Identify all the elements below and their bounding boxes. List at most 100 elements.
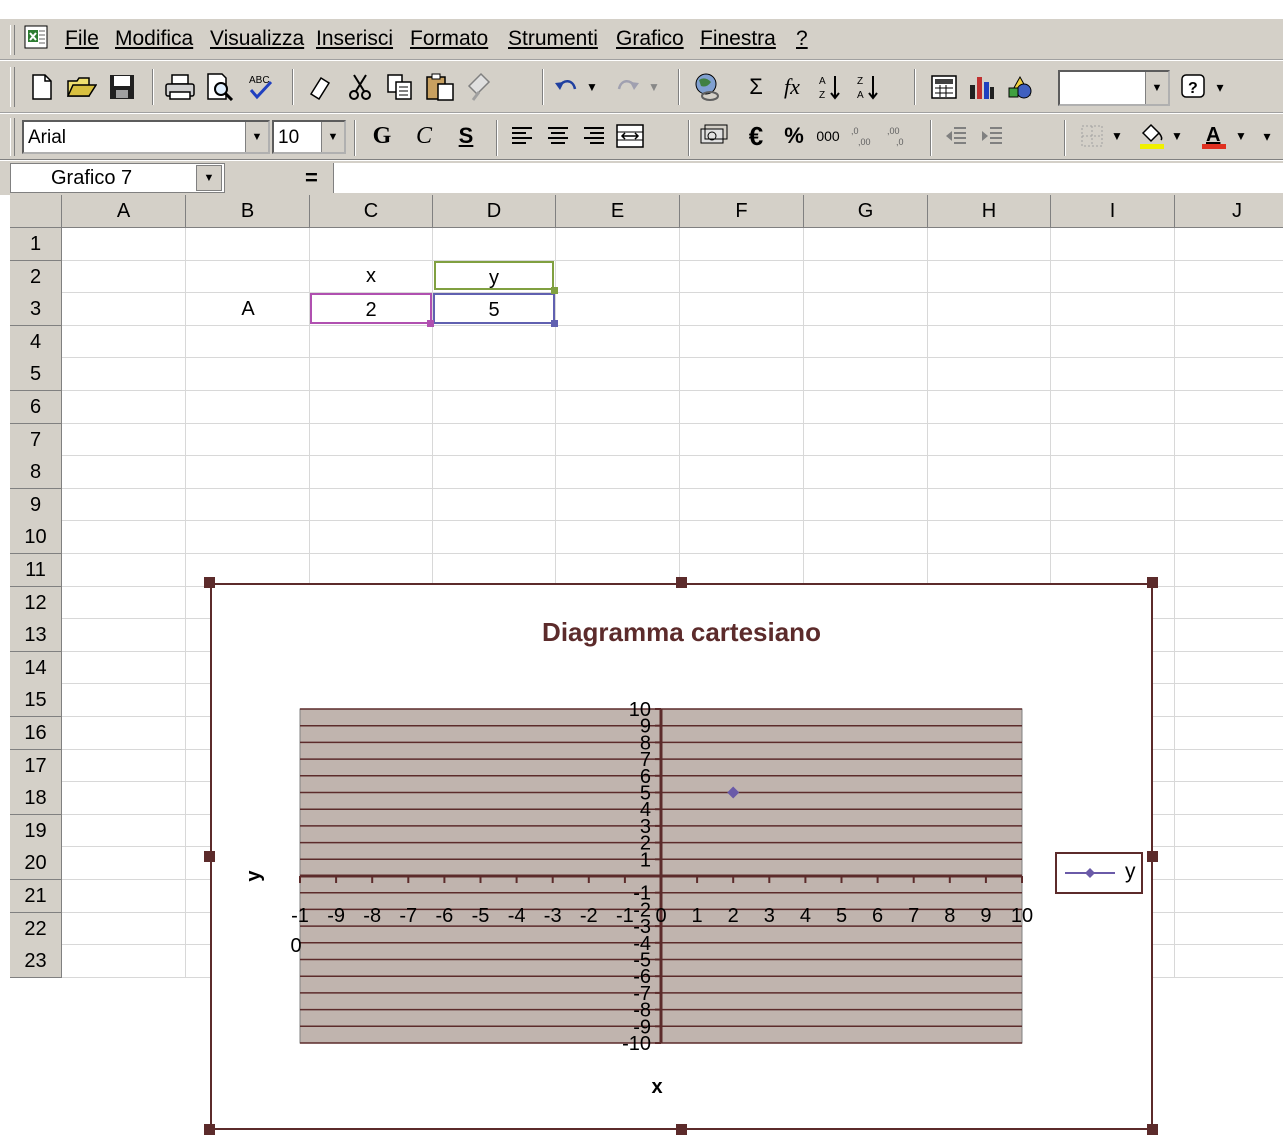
- print-preview-icon[interactable]: [204, 71, 236, 103]
- copy-icon[interactable]: [384, 71, 416, 103]
- paste-clipboard-icon[interactable]: [424, 71, 456, 103]
- chart-resize-handle[interactable]: [1147, 850, 1158, 862]
- menu-strumenti[interactable]: Strumenti: [508, 27, 598, 51]
- formula-input[interactable]: [333, 163, 1283, 193]
- chart-resize-handle[interactable]: [675, 1124, 687, 1135]
- row-header-19[interactable]: 19: [10, 814, 62, 848]
- hyperlink-globe-icon[interactable]: [692, 71, 724, 103]
- borders-dropdown-icon[interactable]: ▼: [1108, 120, 1126, 152]
- row-header-12[interactable]: 12: [10, 586, 62, 620]
- column-header-J[interactable]: J: [1175, 195, 1283, 228]
- chevron-down-icon[interactable]: ▼: [245, 122, 268, 152]
- increase-indent-icon[interactable]: [976, 120, 1008, 152]
- column-header-E[interactable]: E: [556, 195, 680, 228]
- open-folder-icon[interactable]: [66, 71, 98, 103]
- toolbar-grip[interactable]: [10, 118, 15, 156]
- font-name-combo[interactable]: Arial ▼: [22, 120, 270, 154]
- underline-button[interactable]: S: [450, 120, 482, 152]
- fill-color-dropdown-icon[interactable]: ▼: [1168, 120, 1186, 152]
- redo-icon[interactable]: [612, 71, 644, 103]
- row-header-6[interactable]: 6: [10, 391, 62, 424]
- font-size-combo[interactable]: 10 ▼: [272, 120, 346, 154]
- merge-center-icon[interactable]: [614, 120, 646, 152]
- cell-B3[interactable]: A: [186, 294, 310, 325]
- row-header-14[interactable]: 14: [10, 651, 62, 685]
- toolbar-options-icon[interactable]: ▾: [1212, 71, 1228, 103]
- row-header-20[interactable]: 20: [10, 847, 62, 881]
- row-header-5[interactable]: 5: [10, 358, 62, 392]
- menu-help[interactable]: ?: [796, 27, 808, 51]
- menu-grafico[interactable]: Grafico: [616, 27, 684, 51]
- align-center-icon[interactable]: [542, 120, 574, 152]
- chart-resize-handle[interactable]: [204, 1124, 215, 1135]
- autosum-sigma-icon[interactable]: Σ: [740, 71, 772, 103]
- column-header-B[interactable]: B: [186, 195, 310, 228]
- row-header-2[interactable]: 2: [10, 260, 62, 294]
- undo-icon[interactable]: [550, 71, 582, 103]
- toolbar-grip[interactable]: [10, 67, 15, 107]
- row-header-22[interactable]: 22: [10, 912, 62, 946]
- currency-style-icon[interactable]: [698, 120, 730, 152]
- undo-dropdown-icon[interactable]: ▼: [582, 71, 602, 103]
- menu-grip[interactable]: [10, 25, 15, 55]
- range-handle[interactable]: [551, 287, 558, 294]
- fill-color-bucket-icon[interactable]: [1136, 120, 1168, 152]
- chart-resize-handle[interactable]: [204, 577, 215, 588]
- menu-inserisci[interactable]: Inserisci: [316, 27, 393, 51]
- row-header-9[interactable]: 9: [10, 488, 62, 522]
- redo-dropdown-icon[interactable]: ▼: [644, 71, 664, 103]
- decrease-decimal-icon[interactable]: ,00,0: [884, 120, 916, 152]
- chart-wizard-icon[interactable]: [966, 71, 998, 103]
- borders-icon[interactable]: [1076, 120, 1108, 152]
- excel-doc-icon[interactable]: [24, 25, 50, 51]
- chevron-down-icon[interactable]: ▼: [321, 122, 344, 152]
- font-color-icon[interactable]: A: [1198, 120, 1230, 152]
- row-header-15[interactable]: 15: [10, 684, 62, 718]
- row-header-3[interactable]: 3: [10, 293, 62, 327]
- toolbar-options-icon[interactable]: ▾: [1258, 120, 1276, 152]
- decrease-indent-icon[interactable]: [940, 120, 972, 152]
- column-header-D[interactable]: D: [433, 195, 556, 228]
- row-header-23[interactable]: 23: [10, 945, 62, 979]
- align-right-icon[interactable]: [578, 120, 610, 152]
- font-color-dropdown-icon[interactable]: ▼: [1232, 120, 1250, 152]
- cut-scissors-icon[interactable]: [344, 71, 376, 103]
- row-header-8[interactable]: 8: [10, 456, 62, 490]
- eraser-icon[interactable]: [304, 71, 336, 103]
- chevron-down-icon[interactable]: ▼: [1145, 72, 1168, 104]
- print-icon[interactable]: [164, 71, 196, 103]
- cell-D2[interactable]: y: [434, 261, 554, 290]
- range-handle[interactable]: [427, 320, 434, 327]
- chart-resize-handle[interactable]: [204, 850, 215, 862]
- column-header-I[interactable]: I: [1051, 195, 1175, 228]
- align-left-icon[interactable]: [506, 120, 538, 152]
- spellcheck-icon[interactable]: ABC: [244, 71, 276, 103]
- column-header-A[interactable]: A: [62, 195, 186, 228]
- chart-resize-handle[interactable]: [675, 577, 687, 588]
- new-document-icon[interactable]: [26, 71, 58, 103]
- row-header-13[interactable]: 13: [10, 619, 62, 653]
- name-box[interactable]: Grafico 7 ▼: [10, 163, 225, 193]
- column-header-F[interactable]: F: [680, 195, 804, 228]
- row-header-11[interactable]: 11: [10, 554, 62, 587]
- column-header-G[interactable]: G: [804, 195, 928, 228]
- format-painter-icon[interactable]: [464, 71, 496, 103]
- cell-C3[interactable]: 2: [310, 293, 432, 324]
- thousands-separator-button[interactable]: 000: [812, 120, 844, 152]
- chart-legend[interactable]: y: [1055, 852, 1143, 894]
- cell-C2[interactable]: x: [310, 261, 432, 292]
- range-handle[interactable]: [551, 320, 558, 327]
- calculator-icon[interactable]: [928, 71, 960, 103]
- chevron-down-icon[interactable]: ▼: [196, 165, 222, 191]
- increase-decimal-icon[interactable]: ,0,00: [848, 120, 880, 152]
- row-header-7[interactable]: 7: [10, 423, 62, 457]
- sort-descending-icon[interactable]: ZA: [852, 71, 884, 103]
- column-header-C[interactable]: C: [310, 195, 433, 228]
- sort-ascending-icon[interactable]: AZ: [814, 71, 846, 103]
- zoom-combo[interactable]: ▼: [1058, 70, 1170, 106]
- edit-formula-button[interactable]: =: [305, 165, 318, 191]
- chart-object[interactable]: Diagramma cartesiano -1 -9 -8 -7 -6 -5 -4 -3 -2-…: [210, 583, 1153, 1130]
- row-header-16[interactable]: 16: [10, 717, 62, 750]
- row-header-1[interactable]: 1: [10, 228, 62, 261]
- save-disk-icon[interactable]: [106, 71, 138, 103]
